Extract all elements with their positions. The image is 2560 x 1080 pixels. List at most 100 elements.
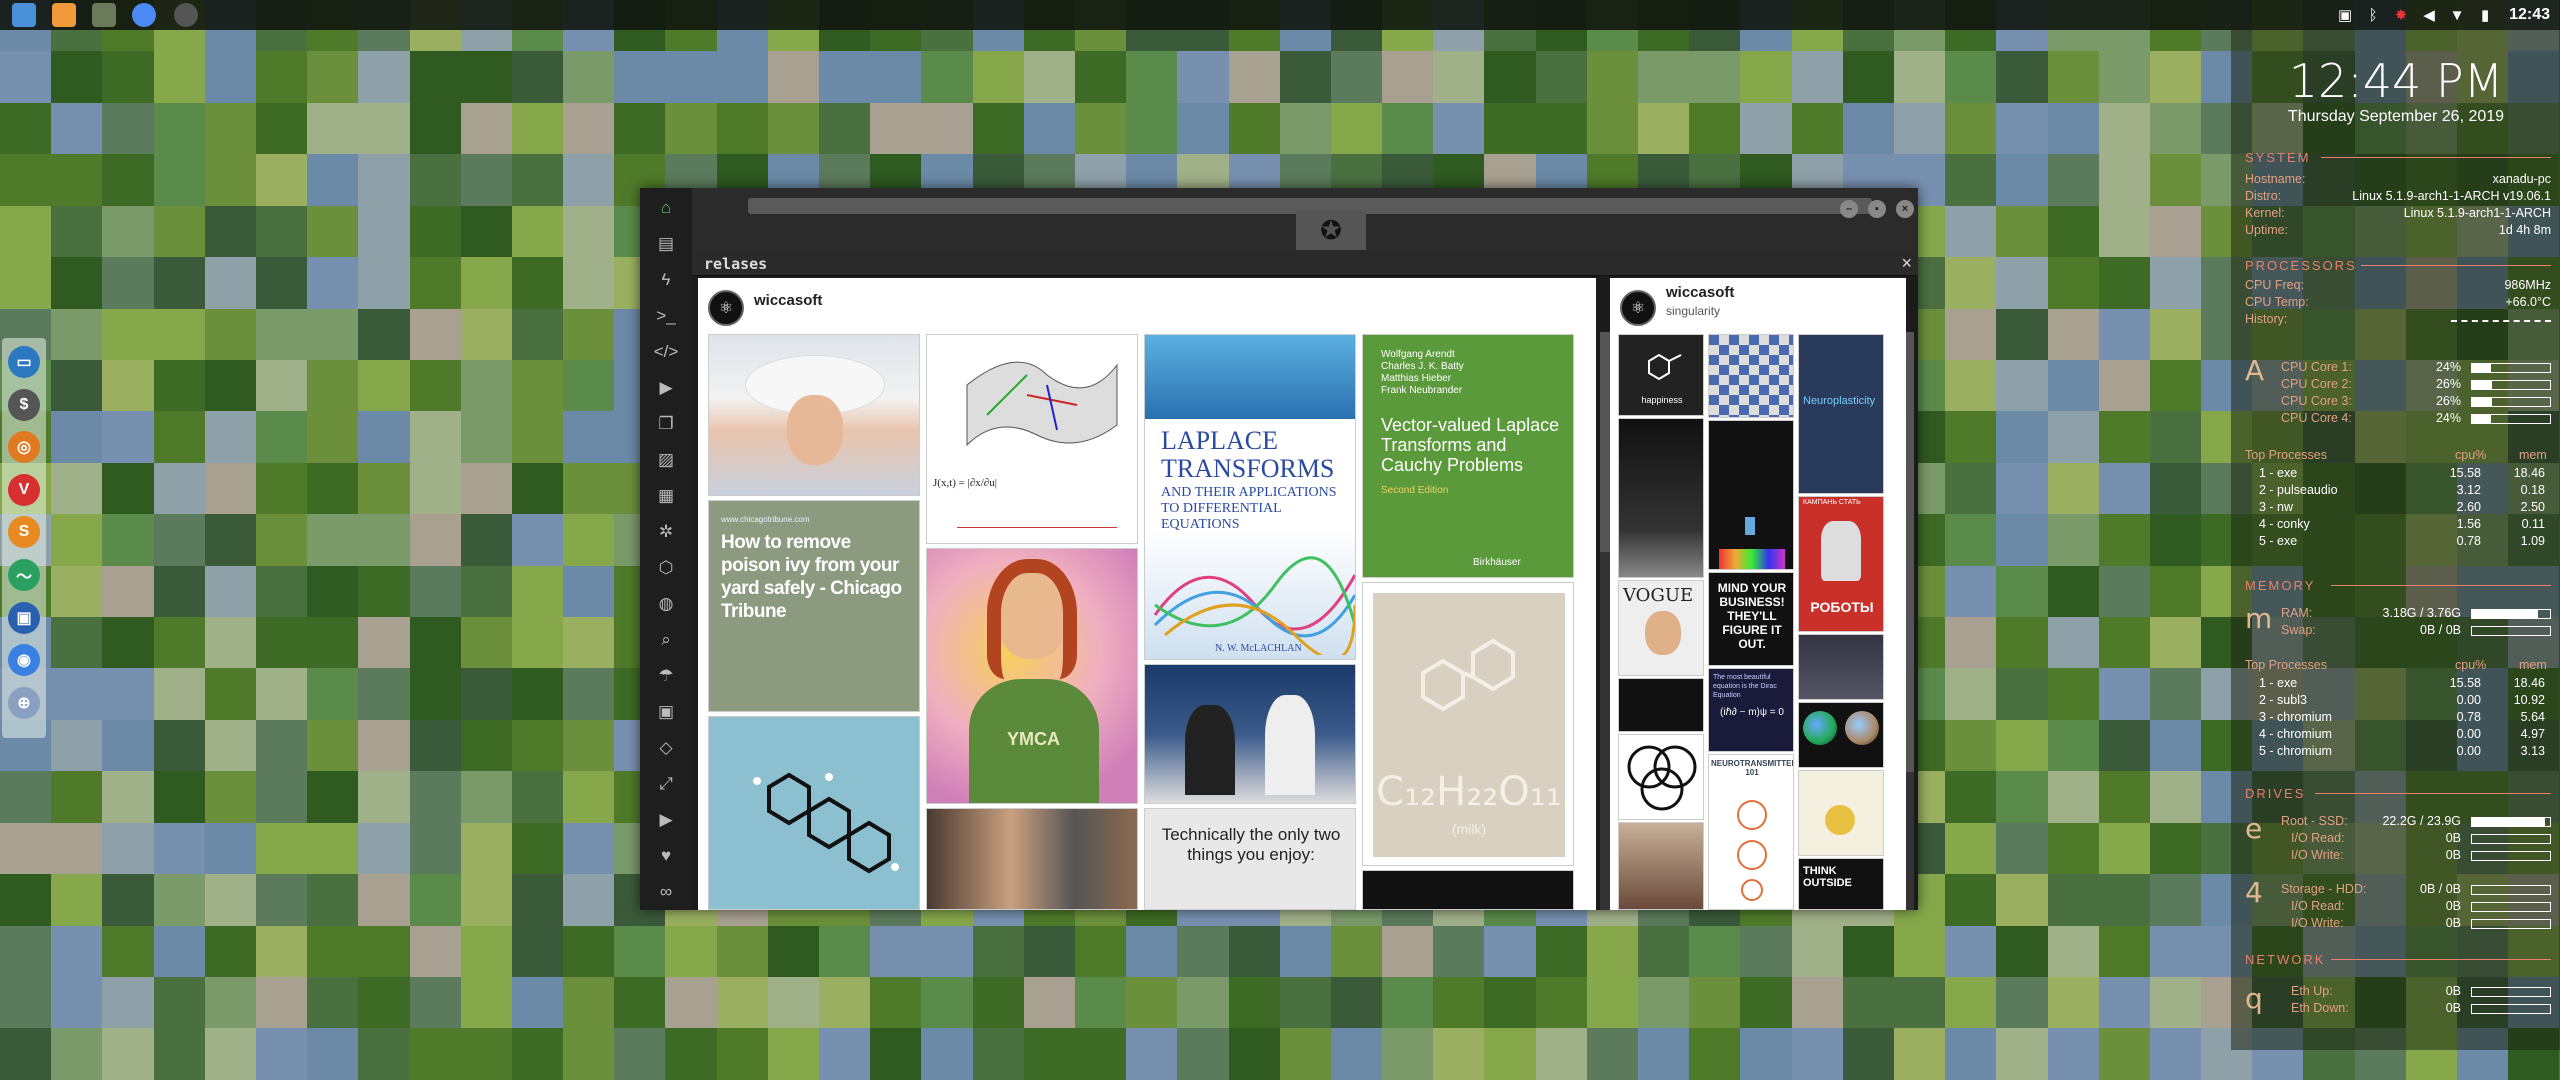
pin-portrait[interactable] bbox=[1618, 822, 1704, 910]
steam-icon[interactable] bbox=[174, 3, 198, 27]
image-icon[interactable]: ▨ bbox=[654, 448, 678, 472]
avatar-right[interactable]: ⚛ bbox=[1620, 290, 1656, 326]
cpu-freq: CPU Freq: 986MHz bbox=[2245, 278, 2551, 292]
board-name[interactable]: singularity bbox=[1666, 304, 1720, 318]
bluetooth-icon[interactable]: ᛒ bbox=[2365, 7, 2381, 24]
process-row: 1 - exe 15.58 18.46 bbox=[2259, 676, 2545, 690]
contact-icon[interactable]: ▣ bbox=[654, 700, 678, 724]
pin-group-photo[interactable] bbox=[926, 808, 1138, 910]
bolt-icon[interactable]: ϟ bbox=[654, 268, 678, 292]
pin-vector-laplace-book[interactable]: Wolfgang Arendt Charles J. K. Batty Matt… bbox=[1362, 334, 1574, 578]
volume-icon[interactable]: ◀ bbox=[2421, 7, 2437, 24]
system-row: Hostname: xanadu-pc bbox=[2245, 172, 2551, 186]
panel-header: ⚛ wiccasoft bbox=[698, 278, 1596, 332]
share-icon[interactable]: ◇ bbox=[654, 736, 678, 760]
pin-jacobian-diagram[interactable]: J(x,t) = |∂x/∂u| bbox=[926, 334, 1138, 544]
pin-laplace-book[interactable]: LAPLACE TRANSFORMS AND THEIR APPLICATION… bbox=[1144, 334, 1356, 660]
pin-robots-poster[interactable]: КАМПАНЬ СТАТЬ РОБОТЫ bbox=[1798, 496, 1884, 632]
alert-icon[interactable]: ✸ bbox=[2393, 7, 2409, 24]
pin-venn-diagram[interactable] bbox=[1618, 734, 1704, 820]
storage-io-write: I/O Write: 0B bbox=[2291, 916, 2551, 933]
cpu-top-header: Top Processes cpu% mem bbox=[2245, 448, 2547, 462]
sublime-icon[interactable] bbox=[52, 3, 76, 27]
hexagon-icon[interactable]: ⬡ bbox=[654, 556, 678, 580]
window-titlebar[interactable]: ✪ – ▪ × bbox=[692, 188, 1918, 252]
firefox-icon[interactable]: ◎ bbox=[8, 431, 40, 464]
process-row: 1 - exe 15.58 18.46 bbox=[2259, 466, 2545, 480]
close-window-button[interactable]: × bbox=[1896, 200, 1914, 218]
pin-tetris[interactable] bbox=[1708, 420, 1794, 570]
pin-happiness[interactable]: happiness bbox=[1618, 334, 1704, 416]
monitor-icon[interactable]: 〜 bbox=[8, 559, 40, 591]
pin-dark-tile[interactable] bbox=[1362, 870, 1574, 910]
pin-ymca-girl[interactable]: YMCA bbox=[926, 548, 1138, 804]
vivaldi-icon[interactable]: V bbox=[8, 473, 40, 506]
tray-clock[interactable]: 12:43 bbox=[2509, 6, 2550, 24]
pin-interview-photo[interactable] bbox=[1144, 664, 1356, 804]
top-panel: ▣ ᛒ ✸ ◀ ▼ ▮ 12:43 bbox=[0, 0, 2560, 30]
avatar[interactable]: ⚛ bbox=[708, 290, 744, 326]
globe-icon[interactable]: ◍ bbox=[654, 592, 678, 616]
folder-icon[interactable] bbox=[12, 3, 36, 27]
battery-icon[interactable]: ▮ bbox=[2477, 7, 2493, 24]
pin-technically-quote[interactable]: Technically the only two things you enjo… bbox=[1144, 808, 1356, 910]
screenshot-tray-icon[interactable]: ▣ bbox=[2337, 7, 2353, 24]
process-row: 5 - chromium 0.00 3.13 bbox=[2259, 744, 2545, 758]
pin-dot-grid[interactable] bbox=[1618, 678, 1704, 732]
sublime-icon[interactable]: S bbox=[8, 516, 40, 549]
chromium-icon[interactable] bbox=[132, 3, 156, 27]
storage-hdd-row: Storage - HDD: 0B / 0B bbox=[2281, 882, 2551, 899]
pin-chess-board[interactable] bbox=[1708, 334, 1794, 418]
pin-mind-business[interactable]: MIND YOUR BUSINESS! THEY'LL FIGURE IT OU… bbox=[1708, 572, 1794, 666]
files-icon[interactable]: ▭ bbox=[8, 346, 40, 378]
pin-think-outside[interactable]: THINK OUTSIDE bbox=[1798, 858, 1884, 910]
pin-earth-photos[interactable] bbox=[1798, 702, 1884, 768]
tab-relases[interactable]: relases bbox=[704, 255, 767, 273]
globe-icon[interactable]: ⊕ bbox=[8, 686, 40, 719]
storage-bar bbox=[2471, 885, 2551, 895]
screenshot-icon[interactable]: ▣ bbox=[8, 601, 40, 634]
pin-robot-portrait[interactable] bbox=[1798, 634, 1884, 700]
pin-vogue[interactable]: VOGUE bbox=[1618, 580, 1704, 676]
pin-woman-hat[interactable] bbox=[708, 334, 920, 496]
home-icon[interactable]: ⌂ bbox=[654, 196, 678, 220]
scrollbar-right[interactable] bbox=[1906, 332, 1914, 910]
settings-icon[interactable]: ✲ bbox=[654, 520, 678, 544]
pin-neuroplasticity[interactable]: Neuroplasticity bbox=[1798, 334, 1884, 494]
cloud-icon[interactable]: ∞ bbox=[654, 880, 678, 904]
youtube-icon[interactable]: ▶ bbox=[654, 808, 678, 832]
search-icon[interactable]: ⌕ bbox=[654, 628, 678, 652]
play-icon[interactable]: ▶ bbox=[654, 376, 678, 400]
expand-icon[interactable]: ⤢ bbox=[654, 772, 678, 796]
pin-sucrose-molecule[interactable] bbox=[708, 716, 920, 910]
newspaper-icon[interactable]: ▦ bbox=[654, 484, 678, 508]
scrollbar-left[interactable] bbox=[1600, 332, 1610, 910]
pin-newspaper[interactable] bbox=[1798, 770, 1884, 856]
pin-milk-formula[interactable]: C₁₂H₂₂O₁₁ (milk) bbox=[1362, 582, 1574, 866]
gimp-icon[interactable] bbox=[92, 3, 116, 27]
chrome-icon[interactable]: ◉ bbox=[8, 644, 40, 677]
username[interactable]: wiccasoft bbox=[754, 292, 822, 309]
code-icon[interactable]: </> bbox=[654, 340, 679, 364]
pin-city-dark[interactable] bbox=[1618, 418, 1704, 578]
heart-icon[interactable]: ♥ bbox=[654, 844, 678, 868]
pin-neurotransmitters[interactable]: NEUROTRANSMITTERS 101 bbox=[1708, 754, 1794, 910]
cpu-core-row: CPU Core 1: 24% bbox=[2281, 360, 2551, 377]
pin-dirac-equation[interactable]: The most beautiful equation is the Dirac… bbox=[1708, 668, 1794, 752]
money-icon[interactable]: $ bbox=[8, 388, 40, 421]
conky-date: Thursday September 26, 2019 bbox=[2287, 108, 2505, 125]
section-memory: MEMORY bbox=[2245, 578, 2551, 593]
terminal-icon[interactable]: >_ bbox=[654, 304, 678, 328]
copy-icon[interactable]: ❐ bbox=[654, 412, 678, 436]
wifi-icon[interactable]: ▼ bbox=[2449, 7, 2465, 24]
minimize-button[interactable]: – bbox=[1840, 200, 1858, 218]
username-right[interactable]: wiccasoft bbox=[1666, 284, 1734, 301]
storage-glyph: 4 bbox=[2245, 876, 2263, 909]
maximize-button[interactable]: ▪ bbox=[1868, 200, 1886, 218]
rebel-logo-icon[interactable]: ✪ bbox=[1296, 210, 1366, 250]
root-ssd-row: Root - SSD: 22.2G / 23.9G bbox=[2281, 814, 2551, 831]
pin-poison-ivy[interactable]: www.chicagotribune.com How to remove poi… bbox=[708, 500, 920, 712]
umbrella-icon[interactable]: ☂ bbox=[654, 664, 678, 688]
document-icon[interactable]: ▤ bbox=[654, 232, 678, 256]
tab-close-button[interactable]: × bbox=[1901, 253, 1912, 274]
